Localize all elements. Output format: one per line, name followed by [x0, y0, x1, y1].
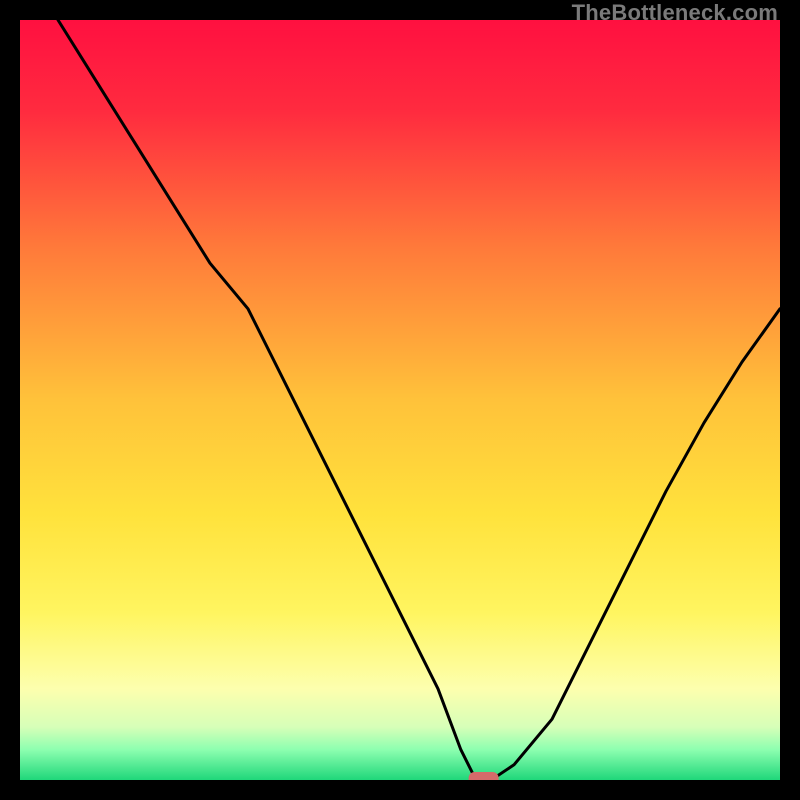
optimal-marker — [469, 772, 499, 780]
chart-frame: TheBottleneck.com — [0, 0, 800, 800]
bottleneck-chart — [20, 20, 780, 780]
gradient-background — [20, 20, 780, 780]
plot-area — [20, 20, 780, 780]
